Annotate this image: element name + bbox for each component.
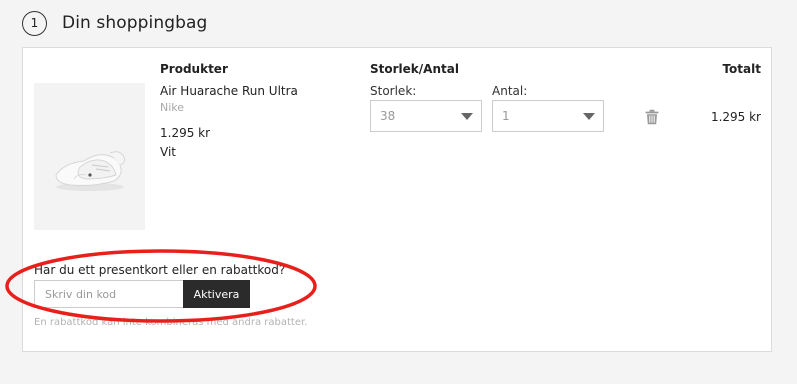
trash-icon[interactable] xyxy=(644,109,660,125)
quantity-select[interactable]: 1 xyxy=(492,100,604,132)
product-color: Vit xyxy=(160,145,176,159)
promo-question: Har du ett presentkort eller en rabattko… xyxy=(34,263,286,277)
step-number-badge: 1 xyxy=(22,10,47,36)
product-image[interactable] xyxy=(34,83,145,230)
product-brand: Nike xyxy=(160,101,185,114)
step-header: 1 Din shoppingbag xyxy=(22,9,207,37)
activate-button[interactable]: Aktivera xyxy=(183,280,250,308)
cart-card: Produkter Storlek/Antal Totalt Air Huara… xyxy=(22,47,772,352)
column-header-size-qty: Storlek/Antal xyxy=(370,62,459,76)
quantity-select-value: 1 xyxy=(502,109,510,123)
quantity-label: Antal: xyxy=(492,84,528,98)
chevron-down-icon xyxy=(461,113,473,120)
product-price: 1.295 kr xyxy=(160,126,211,140)
step-title: Din shoppingbag xyxy=(62,13,208,33)
product-name[interactable]: Air Huarache Run Ultra xyxy=(160,84,298,98)
size-select-value: 38 xyxy=(380,109,396,123)
column-header-total: Totalt xyxy=(722,62,761,76)
size-label: Storlek: xyxy=(370,84,417,98)
line-total: 1.295 kr xyxy=(710,110,761,124)
chevron-down-icon xyxy=(583,113,595,120)
discount-note: En rabattkod kan inte kombineras med and… xyxy=(34,317,308,328)
column-header-products: Produkter xyxy=(160,62,228,76)
sneaker-icon xyxy=(55,151,125,191)
size-select[interactable]: 38 xyxy=(370,100,482,132)
discount-code-input[interactable] xyxy=(34,280,184,308)
